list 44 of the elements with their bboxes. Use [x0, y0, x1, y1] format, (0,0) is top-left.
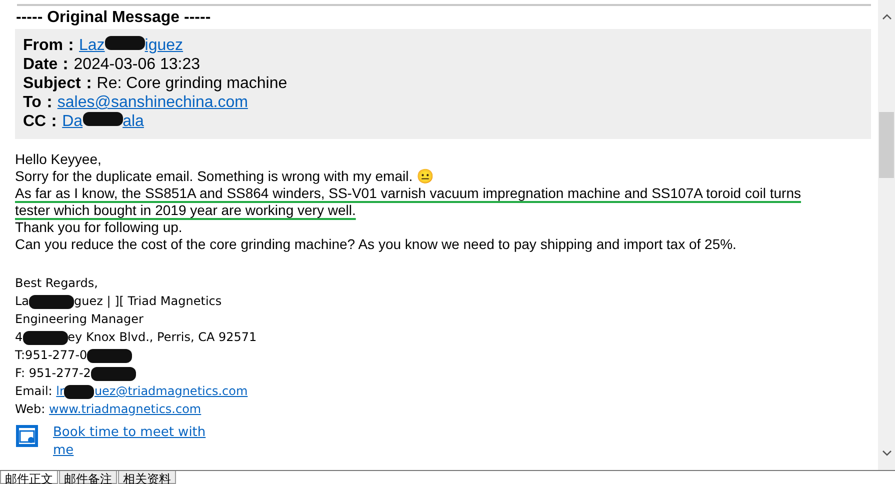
message-paragraph: As far as I know, the SS851A and SS864 winders, SS-V01 varnish vacuum impregnation machine and SS107A toroid coil turns tester which bought in 2019 year are working very well.: [15, 185, 802, 219]
link[interactable]: Da: [62, 112, 83, 131]
message-paragraph: Thank you for following up.: [15, 219, 184, 236]
signature-label: Web:: [15, 402, 46, 416]
link[interactable]: lr: [56, 384, 64, 398]
link[interactable]: uez@triadmagnetics.com: [94, 384, 248, 398]
message-paragraph: Hello Keyyee,: [15, 151, 102, 168]
text: T:951-277-0: [15, 348, 88, 362]
redaction-mark: [29, 294, 74, 309]
calendar-icon: [15, 424, 39, 448]
field-label: CC：: [23, 112, 62, 131]
scrollbar[interactable]: [878, 0, 895, 470]
redaction-mark: [104, 36, 145, 50]
text: guez | ][ Triad Magnetics: [74, 294, 222, 308]
message-paragraph: Can you reduce the cost of the core grinding machine? As you know we need to pay shipping and import tax of 25%.: [15, 236, 738, 253]
text: Engineering Manager: [15, 312, 144, 326]
text: F: 951-277-2: [15, 366, 91, 380]
scroll-thumb[interactable]: [879, 112, 894, 178]
text: 4: [15, 330, 23, 344]
text: La: [15, 294, 30, 308]
redaction-mark: [87, 348, 132, 363]
original-message-title: ----- Original Message -----: [16, 9, 212, 27]
field-label: Subject：: [23, 74, 97, 93]
field-label: Date：: [23, 55, 74, 74]
redaction-mark: [64, 384, 94, 399]
link[interactable]: www.triadmagnetics.com: [49, 402, 202, 416]
text: Best Regards,: [15, 276, 98, 290]
email-link[interactable]: sales@sanshinechina.com: [57, 93, 248, 112]
field-label: From：: [23, 36, 79, 55]
booking-link[interactable]: Book time to meet with me: [53, 424, 228, 460]
link[interactable]: ala: [122, 112, 144, 131]
text: ey Knox Blvd., Perris, CA 92571: [68, 330, 257, 344]
message-paragraph: Sorry for the duplicate email. Something is wrong with my email. 😐: [15, 168, 434, 185]
scroll-up-icon[interactable]: [882, 14, 892, 20]
scroll-down-icon[interactable]: [882, 450, 892, 456]
field-value: Re: Core grinding machine: [96, 74, 288, 93]
redaction-mark: [90, 366, 136, 381]
field-value: 2024-03-06 13:23: [74, 55, 200, 74]
redaction-mark: [22, 330, 68, 345]
redaction-mark: [82, 112, 123, 126]
field-label: To：: [23, 93, 58, 112]
signature-label: Email:: [15, 384, 54, 398]
link[interactable]: Laz: [79, 36, 105, 55]
link[interactable]: iguez: [144, 36, 184, 55]
